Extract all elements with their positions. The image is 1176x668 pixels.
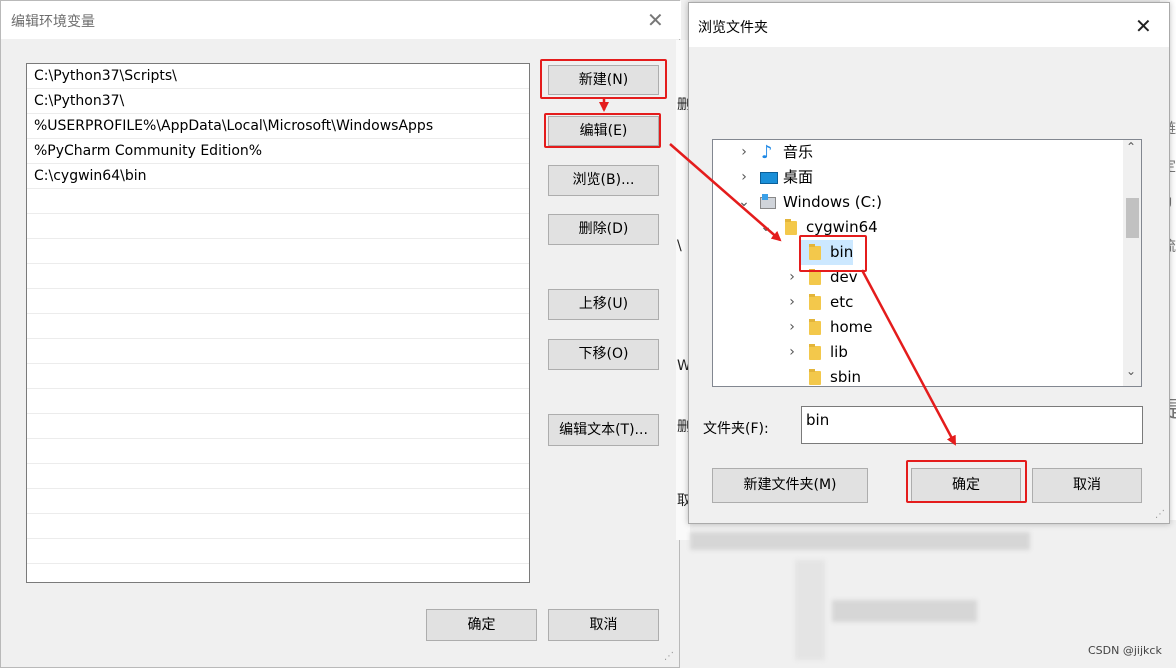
watermark: CSDN @jijkck xyxy=(1088,644,1162,657)
arrow-bin-to-ok xyxy=(860,269,957,446)
redacted-area xyxy=(832,600,977,622)
annotation-arrows xyxy=(599,99,957,446)
arrow-edit-to-bin xyxy=(669,143,782,242)
redacted-area xyxy=(690,532,1030,550)
redacted-area xyxy=(795,560,825,660)
